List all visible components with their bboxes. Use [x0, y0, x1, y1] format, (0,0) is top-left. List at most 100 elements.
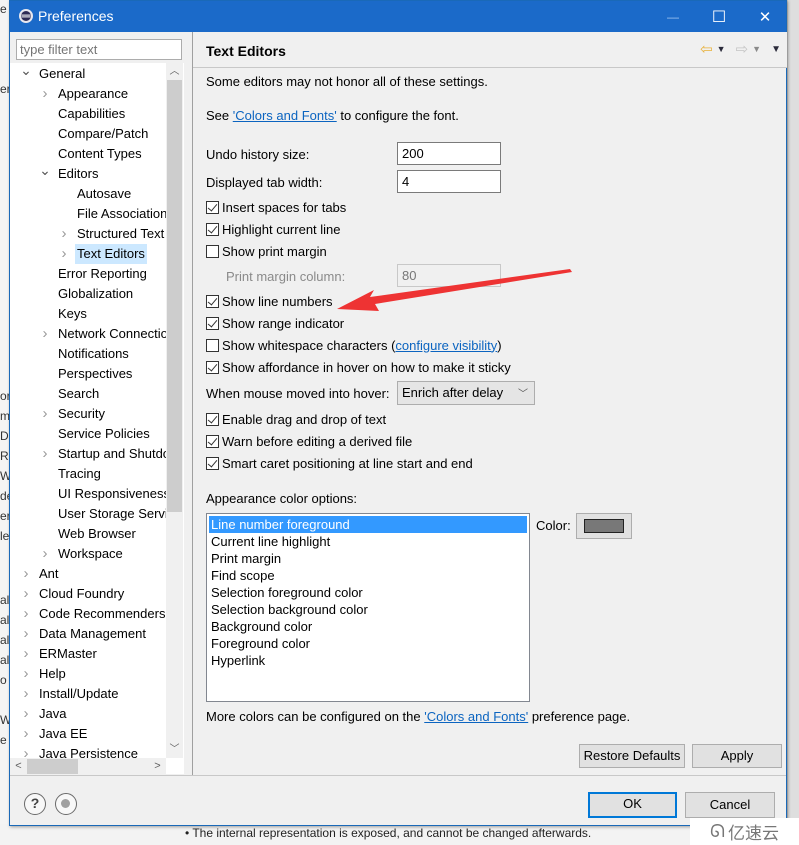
undo-history-input[interactable]: [397, 142, 501, 165]
filter-input[interactable]: [16, 39, 182, 60]
tree-horizontal-scrollbar[interactable]: < >: [10, 758, 166, 774]
tree-item[interactable]: › Network Connections: [10, 324, 167, 344]
tree-item[interactable]: Globalization: [10, 284, 166, 304]
tree-item[interactable]: › Structured Text Editors: [10, 224, 167, 244]
tree-item[interactable]: File Associations: [10, 204, 166, 224]
apply-button[interactable]: Apply: [692, 744, 782, 768]
chevron-right-icon[interactable]: ›: [20, 584, 32, 604]
checkbox-checked[interactable]: [206, 294, 219, 308]
tree-item[interactable]: › Data Management: [10, 624, 166, 644]
tree-item[interactable]: Service Policies: [10, 424, 166, 444]
hover-mode-select[interactable]: Enrich after delay ﹀: [397, 381, 535, 405]
checkbox-checked[interactable]: [206, 222, 219, 236]
checkbox-row[interactable]: Enable drag and drop of text: [206, 410, 386, 428]
forward-arrow-icon[interactable]: ⇨: [736, 40, 749, 58]
scroll-right-arrow-icon[interactable]: >: [149, 758, 166, 774]
chevron-right-icon[interactable]: ›: [20, 564, 32, 584]
restore-defaults-button[interactable]: Restore Defaults: [579, 744, 685, 768]
preferences-tree[interactable]: ⌄ General › Appearance Capabilities Compare/P…: [10, 63, 166, 758]
color-option-item[interactable]: Selection foreground color: [209, 584, 527, 601]
close-button[interactable]: ✕: [742, 1, 788, 32]
checkbox-checked[interactable]: [206, 316, 219, 330]
chevron-right-icon[interactable]: ›: [20, 604, 32, 624]
checkbox-row[interactable]: Highlight current line: [206, 220, 341, 238]
tree-item[interactable]: › Java: [10, 704, 166, 724]
help-icon[interactable]: ?: [24, 793, 46, 815]
appearance-color-list[interactable]: Line number foreground Current line highl…: [206, 513, 530, 702]
title-bar[interactable]: Preferences — ☐ ✕: [10, 1, 786, 32]
view-menu-icon[interactable]: ▼: [771, 44, 781, 55]
tree-item[interactable]: Content Types: [10, 144, 166, 164]
tree-horizontal-scroll-thumb[interactable]: [27, 759, 78, 774]
tree-item[interactable]: › Code Recommenders: [10, 604, 166, 624]
checkbox-row[interactable]: Warn before editing a derived file: [206, 432, 412, 450]
forward-history-dropdown-icon[interactable]: ▼: [752, 44, 761, 54]
chevron-right-icon[interactable]: ›: [20, 724, 32, 744]
back-arrow-icon[interactable]: ⇦: [700, 40, 713, 58]
tree-item[interactable]: › Workspace: [10, 544, 166, 564]
tree-vertical-scroll-thumb[interactable]: [167, 80, 182, 512]
chevron-down-icon[interactable]: ⌄: [20, 63, 32, 80]
tree-item[interactable]: Capabilities: [10, 104, 166, 124]
tree-item[interactable]: UI Responsiveness: [10, 484, 166, 504]
checkbox-unchecked[interactable]: [206, 338, 219, 352]
color-option-item[interactable]: Hyperlink: [209, 652, 527, 669]
scroll-left-arrow-icon[interactable]: <: [10, 758, 27, 774]
chevron-right-icon[interactable]: ›: [39, 84, 51, 104]
checkbox-checked[interactable]: [206, 360, 219, 374]
tree-item[interactable]: Tracing: [10, 464, 166, 484]
tree-vertical-scrollbar[interactable]: ︿ ﹀: [166, 63, 183, 758]
color-option-item[interactable]: Foreground color: [209, 635, 527, 652]
tree-item[interactable]: Error Reporting: [10, 264, 166, 284]
checkbox-checked[interactable]: [206, 456, 219, 470]
minimize-button[interactable]: —: [650, 1, 696, 32]
tab-width-input[interactable]: [397, 170, 501, 193]
tree-item[interactable]: › Install/Update: [10, 684, 166, 704]
color-option-item[interactable]: Print margin: [209, 550, 527, 567]
checkbox-row[interactable]: Show whitespace characters (configure vi…: [206, 336, 502, 354]
tree-item[interactable]: Web Browser: [10, 524, 166, 544]
chevron-right-icon[interactable]: ›: [20, 704, 32, 724]
color-option-item[interactable]: Background color: [209, 618, 527, 635]
chevron-right-icon[interactable]: ›: [20, 684, 32, 704]
chevron-right-icon[interactable]: ›: [20, 624, 32, 644]
tree-item[interactable]: › Security: [10, 404, 166, 424]
tree-item[interactable]: › Appearance: [10, 84, 166, 104]
tree-item[interactable]: › Java Persistence: [10, 744, 166, 758]
chevron-down-icon[interactable]: ⌄: [39, 160, 51, 180]
back-history-dropdown-icon[interactable]: ▼: [717, 44, 726, 54]
chevron-right-icon[interactable]: ›: [39, 324, 51, 344]
chevron-right-icon[interactable]: ›: [58, 244, 70, 264]
chevron-right-icon[interactable]: ›: [20, 664, 32, 684]
tree-item[interactable]: › Help: [10, 664, 166, 684]
color-option-item[interactable]: Current line highlight: [209, 533, 527, 550]
tree-item[interactable]: › Startup and Shutdown: [10, 444, 167, 464]
tree-item[interactable]: › Ant: [10, 564, 166, 584]
tree-item[interactable]: › Text Editors: [10, 244, 166, 264]
color-picker-button[interactable]: [576, 513, 632, 539]
cancel-button[interactable]: Cancel: [685, 792, 775, 818]
checkbox-row[interactable]: Smart caret positioning at line start an…: [206, 454, 473, 472]
record-macro-icon[interactable]: [55, 793, 77, 815]
configure-visibility-link[interactable]: configure visibility: [395, 338, 497, 353]
print-margin-column-input[interactable]: [397, 264, 501, 287]
tree-item[interactable]: › Java EE: [10, 724, 166, 744]
scroll-up-arrow-icon[interactable]: ︿: [166, 63, 183, 80]
tree-item[interactable]: ⌄ General: [10, 63, 166, 84]
checkbox-row[interactable]: Show affordance in hover on how to make …: [206, 358, 511, 376]
checkbox-row[interactable]: Show print margin: [206, 242, 327, 260]
color-option-item[interactable]: Selection background color: [209, 601, 527, 618]
tree-item[interactable]: ⌄ Editors: [10, 162, 166, 184]
chevron-right-icon[interactable]: ›: [20, 744, 32, 758]
checkbox-unchecked[interactable]: [206, 244, 219, 258]
ok-button[interactable]: OK: [588, 792, 677, 818]
tree-item[interactable]: › ERMaster: [10, 644, 166, 664]
checkbox-row[interactable]: Show range indicator: [206, 314, 344, 332]
checkbox-row[interactable]: Show line numbers: [206, 292, 333, 310]
tree-item[interactable]: Autosave: [10, 184, 166, 204]
tree-item[interactable]: Compare/Patch: [10, 124, 166, 144]
chevron-right-icon[interactable]: ›: [39, 444, 51, 464]
color-option-item[interactable]: Line number foreground: [209, 516, 527, 533]
chevron-right-icon[interactable]: ›: [20, 644, 32, 664]
tree-item[interactable]: Notifications: [10, 344, 166, 364]
